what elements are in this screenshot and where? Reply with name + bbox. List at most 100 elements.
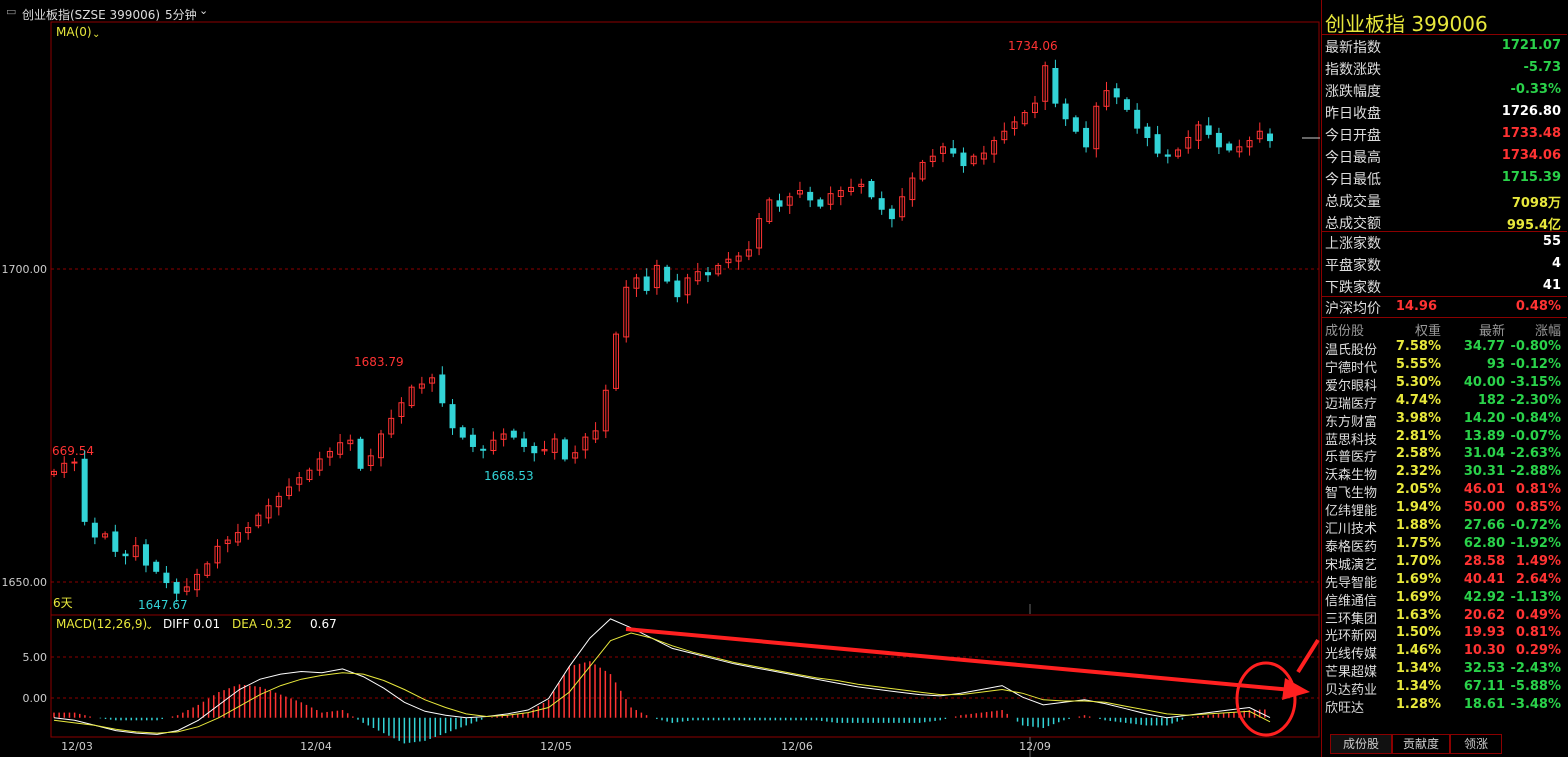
constituent-change: -2.30% [1510,392,1562,408]
constituent-weight: 5.55% [1395,356,1441,372]
x-tick-1205: 12/05 [540,740,572,753]
price-label-high-2: 1683.79 [354,355,404,369]
constituent-row[interactable]: 芒果超媒 1.34% 32.53 -2.43% [1322,660,1565,680]
constituent-weight: 4.74% [1395,392,1441,408]
breadth-row: 下跌家数 41 [1322,275,1565,297]
constituent-row[interactable]: 宁德时代 5.55% 93 -0.12% [1322,356,1565,376]
constituent-price: 67.11 [1463,679,1505,695]
quote-row: 今日最低 1715.39 [1322,167,1565,189]
constituent-change: 0.81% [1515,482,1561,498]
quote-label: 今日最高 [1325,150,1381,166]
candle-body [674,280,681,298]
chart-area[interactable]: 1700.00 1650.00 5.00 0.00 12/03 12/04 12… [0,0,1320,757]
constituent-row[interactable]: 智飞生物 2.05% 46.01 0.81% [1322,481,1565,501]
constituent-change: -0.07% [1510,428,1562,444]
dea-label: DEA -0.32 [232,617,292,631]
constituent-price: 34.77 [1463,339,1505,354]
quote-label: 今日最低 [1325,172,1381,188]
x-tick-1204: 12/04 [300,740,332,753]
constituent-row[interactable]: 汇川技术 1.88% 27.66 -0.72% [1322,517,1565,537]
constituent-change: 0.29% [1515,643,1561,659]
constituent-row[interactable]: 蓝思科技 2.81% 13.89 -0.07% [1322,428,1565,448]
quote-value: 7098万 [1511,196,1561,211]
window-title: 创业板指(SZSE 399006) [22,8,161,22]
period-selector[interactable]: 5分钟 [165,6,197,23]
header-price[interactable]: 最新 [1479,320,1505,339]
candle-body [561,439,568,460]
tab-constituents[interactable]: 成份股 [1330,734,1392,754]
candle-body [142,544,149,566]
quote-row: 最新指数 1721.07 [1322,35,1565,57]
window-menu-icon[interactable]: ▭ [6,5,16,18]
y-tick-1700: 1700.00 [2,263,48,276]
tab-leaders[interactable]: 领涨 [1450,734,1502,754]
constituent-price: 42.92 [1463,589,1505,605]
candle-body [776,200,783,207]
constituent-row[interactable]: 先导智能 1.69% 40.41 2.64% [1322,571,1565,591]
days-label: 6天 [53,596,73,610]
constituent-change: -1.13% [1510,589,1562,605]
constituent-price: 93 [1486,356,1505,372]
price-panel-frame [50,21,1320,616]
constituent-row[interactable]: 欣旺达 1.28% 18.61 -3.48% [1322,696,1565,716]
constituent-row[interactable]: 泰格医药 1.75% 62.80 -1.92% [1322,535,1565,555]
breadth-value: 4 [1551,256,1561,271]
ma-label[interactable]: MA(0) [56,25,92,39]
candle-body [1134,109,1141,129]
quote-row: 昨日收盘 1726.80 [1322,101,1565,123]
period-chevron-down-icon[interactable]: ⌄ [199,4,208,17]
avg-price-change: 0.48% [1515,299,1561,314]
avg-price-row: 沪深均价 14.96 0.48% [1322,296,1565,318]
constituent-change: 1.49% [1515,553,1561,569]
constituent-weight: 3.98% [1395,410,1441,426]
ma-dropdown-icon[interactable]: ⌄ [92,29,100,40]
constituent-row[interactable]: 光环新网 1.50% 19.93 0.81% [1322,624,1565,644]
constituent-change: -0.72% [1510,518,1562,533]
candlestick-series [51,59,1273,602]
constituent-price: 20.62 [1463,607,1505,623]
breadth-label: 下跌家数 [1325,280,1381,296]
constituent-row[interactable]: 迈瑞医疗 4.74% 182 -2.30% [1322,392,1565,412]
constituent-row[interactable]: 东方财富 3.98% 14.20 -0.84% [1322,410,1565,430]
constituent-weight: 1.34% [1395,679,1441,695]
quote-row: 指数涨跌 -5.73 [1322,57,1565,79]
header-weight[interactable]: 权重 [1415,320,1441,339]
candle-body [878,198,885,210]
quote-row: 涨跌幅度 -0.33% [1322,79,1565,101]
constituent-row[interactable]: 光线传媒 1.46% 10.30 0.29% [1322,642,1565,662]
constituent-row[interactable]: 爱尔眼科 5.30% 40.00 -3.15% [1322,374,1565,394]
constituent-row[interactable]: 贝达药业 1.34% 67.11 -5.88% [1322,678,1565,698]
macd-value-label: 0.67 [310,617,337,631]
constituent-row[interactable]: 信维通信 1.69% 42.92 -1.13% [1322,589,1565,609]
panel-title: 创业板指 399006 [1325,12,1488,36]
candle-body [1062,103,1069,120]
constituent-change: -1.92% [1510,535,1562,551]
breadth-value: 41 [1542,278,1561,293]
constituent-price: 13.89 [1463,428,1505,444]
candle-body [459,427,466,438]
constituent-price: 14.20 [1463,410,1505,426]
quote-value: 1721.07 [1501,38,1561,53]
constituent-row[interactable]: 亿纬锂能 1.94% 50.00 0.85% [1322,499,1565,519]
macd-tick-5: 5.00 [23,651,48,664]
constituent-row[interactable]: 宋城演艺 1.70% 28.58 1.49% [1322,553,1565,573]
constituent-row[interactable]: 沃森生物 2.32% 30.31 -2.88% [1322,463,1565,483]
header-change[interactable]: 涨幅 [1535,320,1561,339]
candle-body [1205,125,1212,135]
price-label-high-1: 669.54 [52,444,94,458]
macd-label[interactable]: MACD(12,26,9) [56,617,147,631]
constituent-row[interactable]: 温氏股份 7.58% 34.77 -0.80% [1322,338,1565,358]
macd-dropdown-icon[interactable]: ⌄ [145,621,153,632]
constituent-row[interactable]: 乐普医疗 2.58% 31.04 -2.63% [1322,445,1565,465]
tab-contribution[interactable]: 贡献度 [1392,734,1450,754]
constituent-weight: 1.88% [1395,518,1441,533]
candle-body [704,272,711,276]
macd-lines [53,618,1271,735]
constituent-row[interactable]: 三环集团 1.63% 20.62 0.49% [1322,607,1565,627]
constituent-change: -2.43% [1510,661,1562,677]
quote-label: 总成交量 [1325,194,1381,210]
constituent-change: 0.81% [1515,625,1561,641]
breadth-label: 平盘家数 [1325,258,1381,274]
price-label-high-3: 1734.06 [1008,39,1058,53]
constituent-weight: 1.28% [1395,697,1441,712]
